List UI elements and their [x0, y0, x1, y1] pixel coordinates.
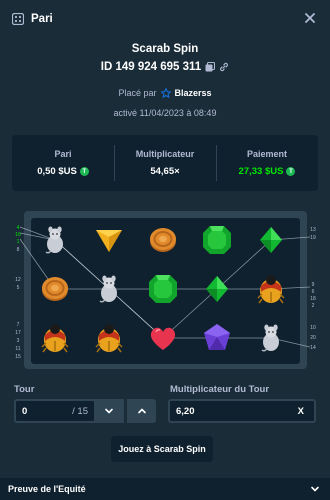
payline-number: 12 — [15, 277, 21, 283]
payline-number: 11 — [15, 346, 21, 352]
stat-bet: Pari 0,50 $US T — [12, 135, 114, 191]
payline-number: 6 — [311, 289, 315, 295]
round-input[interactable]: 0 / 15 — [14, 399, 96, 423]
star-icon — [160, 88, 171, 98]
bet-icon — [12, 13, 24, 25]
clear-icon[interactable]: X — [298, 406, 304, 417]
chevron-down-icon — [105, 408, 113, 414]
username-link[interactable]: Blazerss — [175, 88, 212, 98]
payline-number: 15 — [15, 354, 21, 360]
round-multiplier-label: Multiplicateur du Tour — [170, 384, 270, 395]
modal-header: Pari — [0, 0, 330, 38]
bet-id: ID 149 924 695 311 — [100, 61, 202, 73]
mouse-icon — [89, 269, 129, 309]
payline-number: 7 — [16, 322, 20, 328]
round-value[interactable]: 0 — [16, 406, 27, 417]
round-multiplier-field: 6,20 X — [168, 399, 316, 423]
payline-number: 9 — [311, 282, 315, 288]
payline-number: 16 — [15, 232, 21, 238]
coin-icon — [143, 220, 183, 260]
currency-coin-icon: T — [79, 167, 89, 176]
payline-number: 8 — [16, 247, 20, 253]
mouse-icon — [251, 318, 291, 358]
round-down-button[interactable] — [94, 399, 124, 423]
fairness-label[interactable]: Preuve de l'Equité — [8, 484, 86, 494]
payline-number: 5 — [16, 285, 20, 291]
stat-payout-label: Paiement — [246, 149, 288, 159]
game-name: Scarab Spin — [131, 43, 199, 55]
play-game-button[interactable]: Jouez à Scarab Spin — [111, 436, 213, 462]
payline-number: 1 — [16, 239, 20, 245]
payout-amount: 27,33 $US — [238, 166, 284, 177]
payline-number: 3 — [16, 338, 20, 344]
payline-number: 18 — [310, 296, 316, 302]
coin-icon — [35, 269, 75, 309]
payline-number: 19 — [310, 235, 316, 241]
scarab-icon — [35, 318, 75, 358]
round-multiplier-value: 6,20 — [176, 405, 195, 417]
round-total: / 15 — [72, 405, 88, 417]
payline-number: 14 — [310, 345, 316, 351]
stat-bet-label: Pari — [54, 149, 72, 159]
payline-number: 17 — [15, 330, 21, 336]
payline-number: 4 — [16, 225, 20, 231]
bet-stats-panel: Pari 0,50 $US T Multiplicateur 54,65× Pa… — [12, 135, 318, 191]
link-icon[interactable] — [219, 62, 229, 72]
stat-bet-value: 0,50 $US T — [37, 166, 89, 177]
emerald-icon — [197, 220, 237, 260]
mouse-icon — [35, 220, 75, 260]
scarab-icon — [89, 318, 129, 358]
scarab-icon — [251, 269, 291, 309]
slot-board: 4 16 1 8 12 5 7 17 3 11 15 13 19 9 6 18 2 10 20 14 — [12, 207, 318, 371]
chevron-down-icon[interactable] — [310, 484, 320, 494]
emerald-icon — [143, 269, 183, 309]
stat-multiplier-label: Multiplicateur — [135, 149, 195, 159]
close-icon[interactable] — [304, 12, 316, 24]
stat-payout: Paiement 27,33 $US T — [216, 135, 318, 191]
stat-multiplier: Multiplicateur 54,65× — [114, 135, 216, 191]
bet-amount: 0,50 $US — [37, 166, 77, 177]
fairness-footer[interactable]: Preuve de l'Equité — [0, 478, 330, 500]
stat-payout-value: 27,33 $US T — [239, 166, 296, 177]
heart-icon — [143, 318, 183, 358]
green-diamond-icon — [251, 220, 291, 260]
stat-multiplier-value: 54,65× — [150, 166, 180, 177]
round-up-button[interactable] — [126, 399, 156, 423]
payline-number: 20 — [310, 335, 316, 341]
triangle-gem-icon — [89, 220, 129, 260]
payline-number: 2 — [311, 303, 315, 309]
payline-number: 10 — [310, 325, 316, 331]
payline-number: 13 — [310, 227, 316, 233]
modal-title: Pari — [31, 13, 53, 25]
copy-icon[interactable] — [205, 62, 216, 72]
chevron-up-icon — [137, 408, 146, 414]
round-label: Tour — [14, 384, 35, 395]
currency-coin-icon: T — [286, 167, 296, 176]
placed-by-row: Placé par Blazerss — [0, 88, 330, 98]
bet-id-row: ID 149 924 695 311 — [0, 61, 330, 73]
purple-gem-icon — [197, 318, 237, 358]
green-diamond-icon — [197, 269, 237, 309]
bet-date: activé 11/04/2023 à 08:49 — [113, 108, 217, 118]
placed-by-label: Placé par — [118, 88, 157, 98]
